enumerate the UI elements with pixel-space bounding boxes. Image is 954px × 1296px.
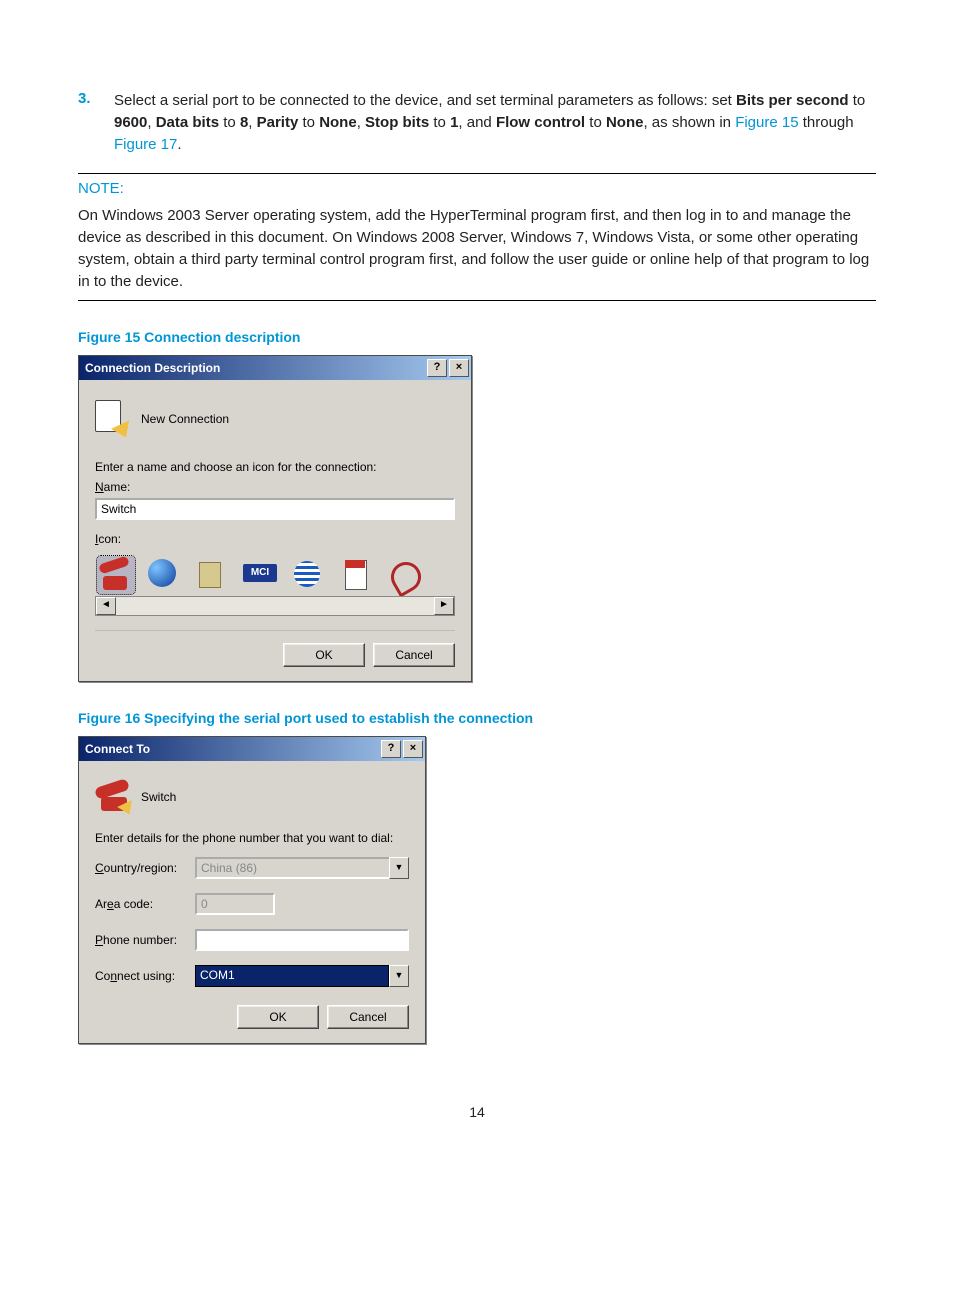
dialog-title: Connection Description	[85, 361, 220, 375]
link-figure-17[interactable]: Figure 17	[114, 136, 177, 153]
area-code-label: Area code:	[95, 897, 195, 911]
connect-using-combo[interactable]: COM1 ▼	[195, 965, 409, 987]
icon-field-label: Icon:	[95, 532, 455, 546]
connect-to-dialog: Connect To ? × Switch Enter details for …	[78, 736, 426, 1044]
switch-icon	[95, 781, 133, 813]
cancel-button[interactable]: Cancel	[327, 1005, 409, 1029]
scroll-left-button[interactable]: ◄	[96, 597, 116, 615]
step-text: Select a serial port to be connected to …	[114, 90, 876, 155]
name-field-label: Name:	[95, 480, 455, 494]
step-number: 3.	[78, 90, 114, 155]
icon-option-globe[interactable]	[145, 556, 183, 594]
country-dropdown-button: ▼	[389, 857, 409, 879]
page-number: 14	[78, 1104, 876, 1120]
ok-button[interactable]: OK	[283, 643, 365, 667]
note-bottom-rule	[78, 300, 876, 301]
connect-using-value[interactable]: COM1	[195, 965, 389, 987]
new-connection-icon	[95, 400, 133, 438]
link-figure-15[interactable]: Figure 15	[735, 114, 798, 131]
switch-label: Switch	[141, 790, 176, 804]
new-connection-label: New Connection	[141, 412, 229, 426]
name-prompt: Enter a name and choose an icon for the …	[95, 460, 455, 474]
connect-using-dropdown-button[interactable]: ▼	[389, 965, 409, 987]
step-3: 3. Select a serial port to be connected …	[78, 90, 876, 155]
close-button[interactable]: ×	[403, 740, 423, 758]
icon-option-cable[interactable]	[385, 556, 423, 594]
icon-option-phone[interactable]	[97, 556, 135, 594]
dialog-title: Connect To	[85, 742, 150, 756]
help-button[interactable]: ?	[427, 359, 447, 377]
dial-prompt: Enter details for the phone number that …	[95, 831, 409, 845]
dialog-titlebar: Connect To ? ×	[79, 737, 425, 761]
icon-scrollbar[interactable]: ◄ ►	[95, 596, 455, 616]
name-input[interactable]	[95, 498, 455, 520]
note-top-rule	[78, 173, 876, 174]
country-label: Country/region:	[95, 861, 195, 875]
ok-button[interactable]: OK	[237, 1005, 319, 1029]
cancel-button[interactable]: Cancel	[373, 643, 455, 667]
icon-option-doc[interactable]	[337, 556, 375, 594]
icon-option-building[interactable]	[193, 556, 231, 594]
icon-option-mci[interactable]	[241, 556, 279, 594]
area-code-input	[195, 893, 275, 915]
icon-option-att[interactable]	[289, 556, 327, 594]
country-combo: China (86) ▼	[195, 857, 409, 879]
icon-picker[interactable]	[95, 552, 455, 596]
note-body: On Windows 2003 Server operating system,…	[78, 205, 876, 292]
figure-15-caption: Figure 15 Connection description	[78, 329, 876, 345]
scroll-right-button[interactable]: ►	[434, 597, 454, 615]
help-button[interactable]: ?	[381, 740, 401, 758]
dialog-titlebar: Connection Description ? ×	[79, 356, 471, 380]
close-button[interactable]: ×	[449, 359, 469, 377]
phone-number-input[interactable]	[195, 929, 409, 951]
country-value: China (86)	[195, 857, 389, 879]
note-label: NOTE:	[78, 180, 876, 197]
connection-description-dialog: Connection Description ? × New Connectio…	[78, 355, 472, 682]
connect-using-label: Connect using:	[95, 969, 195, 983]
figure-16-caption: Figure 16 Specifying the serial port use…	[78, 710, 876, 726]
phone-number-label: Phone number:	[95, 933, 195, 947]
